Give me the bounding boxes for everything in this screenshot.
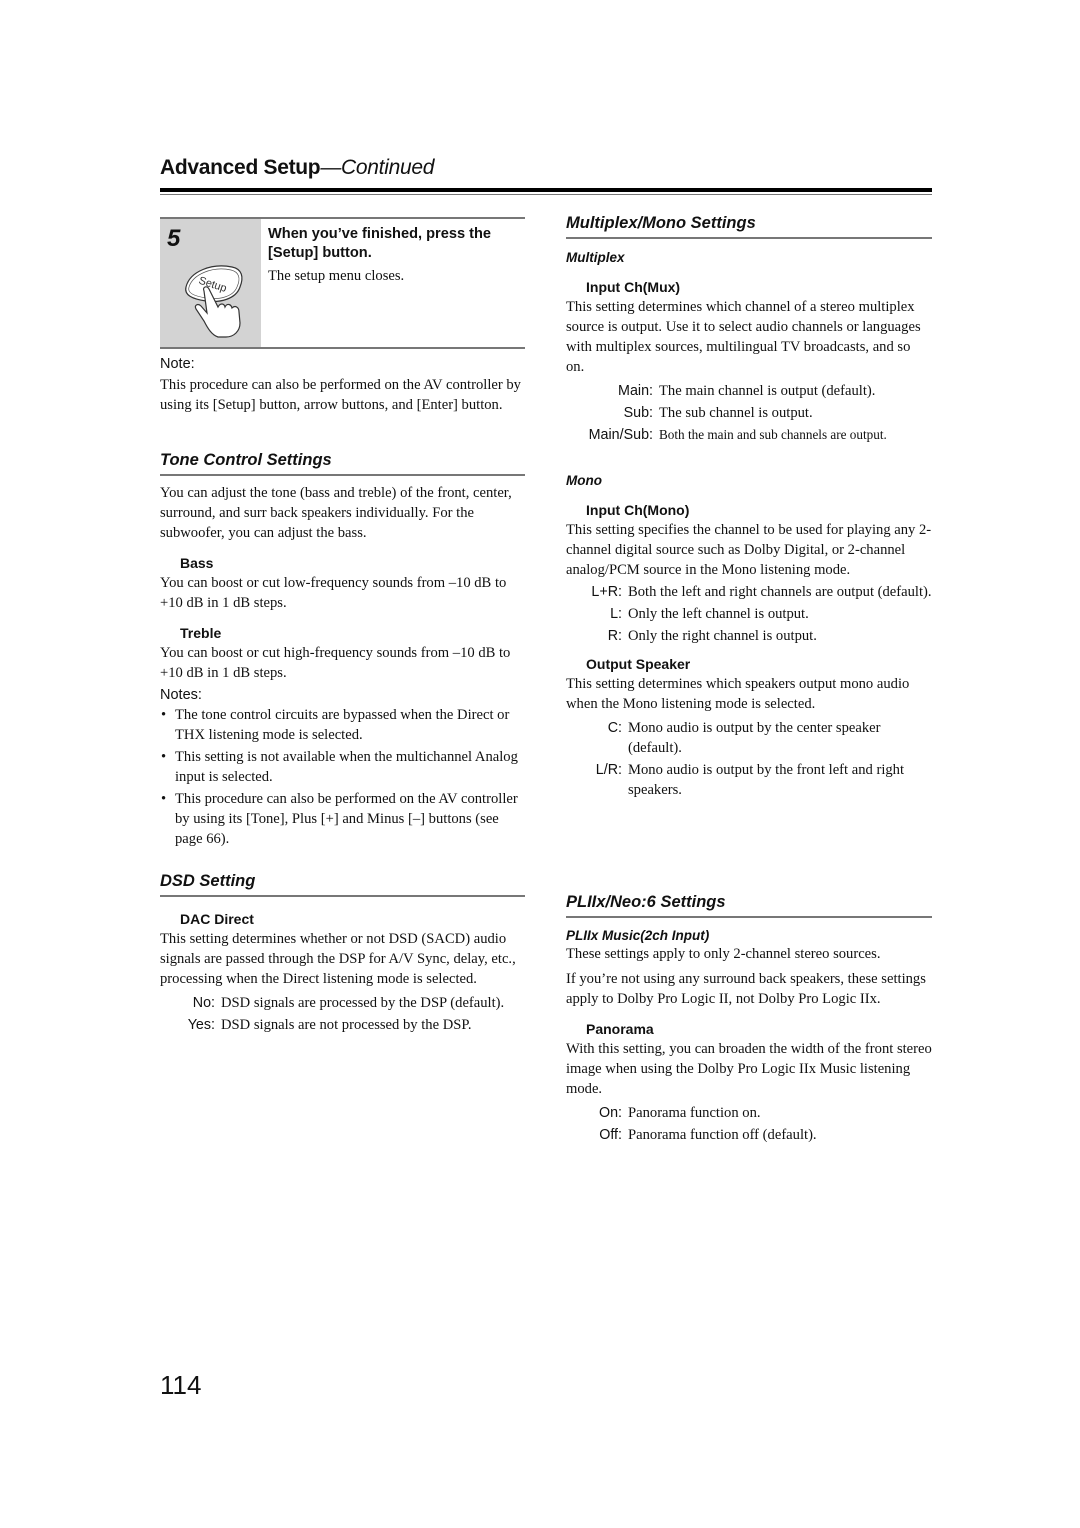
tone-note-item: • This setting is not available when the … bbox=[160, 747, 525, 787]
tone-notes-list: • The tone control circuits are bypassed … bbox=[160, 705, 525, 849]
panorama-options: On: Panorama function on. Off: Panorama fu… bbox=[566, 1103, 932, 1145]
option-value: Mono audio is output by the center speak… bbox=[628, 720, 881, 756]
page-number: 114 bbox=[160, 1370, 202, 1400]
tone-note-item: • The tone control circuits are bypassed … bbox=[160, 705, 525, 745]
option-value: Mono audio is output by the front left a… bbox=[628, 762, 905, 798]
dsd-heading: DSD Setting bbox=[160, 872, 525, 897]
option-row: L: Only the left channel is output. bbox=[566, 604, 932, 624]
bullet-icon: • bbox=[161, 791, 167, 807]
option-row: C: Mono audio is output by the center spe… bbox=[566, 718, 932, 758]
dsd-section: DSD Setting DAC Direct This setting dete… bbox=[160, 872, 525, 1037]
input-ch-mono-label: Input Ch(Mono) bbox=[586, 502, 690, 518]
bullet-icon: • bbox=[161, 749, 167, 765]
option-key: Off: bbox=[599, 1127, 622, 1143]
bullet-icon: • bbox=[161, 707, 167, 723]
tone-note-text: This setting is not available when the m… bbox=[175, 749, 518, 785]
option-value: Both the main and sub channels are outpu… bbox=[659, 427, 887, 442]
multiplex-subheading: Multiplex bbox=[566, 250, 625, 265]
option-value: DSD signals are not processed by the DSP… bbox=[221, 1017, 472, 1033]
option-row: Main/Sub: Both the main and sub channels … bbox=[566, 425, 932, 445]
option-row: L/R: Mono audio is output by the front le… bbox=[566, 760, 932, 800]
option-value: DSD signals are processed by the DSP (de… bbox=[221, 995, 505, 1011]
option-row: L+R: Both the left and right channels are… bbox=[566, 582, 932, 602]
multiplex-mono-section: Multiplex/Mono Settings Multiplex Input … bbox=[566, 214, 932, 802]
bass-text: You can boost or cut low-frequency sound… bbox=[160, 575, 507, 611]
step-box: 5 Setup When you’ve finished, press the … bbox=[160, 217, 525, 349]
output-speaker-label: Output Speaker bbox=[586, 656, 691, 672]
option-row: Yes: DSD signals are not processed by the… bbox=[160, 1015, 525, 1035]
note-label: Note: bbox=[160, 356, 195, 372]
option-value: The main channel is output (default). bbox=[659, 383, 876, 399]
output-speaker-text: This setting determines which speakers o… bbox=[566, 676, 910, 712]
tone-control-heading: Tone Control Settings bbox=[160, 451, 525, 476]
panorama-text: With this setting, you can broaden the w… bbox=[566, 1041, 932, 1097]
multiplex-mono-heading: Multiplex/Mono Settings bbox=[566, 214, 932, 239]
tone-note-text: This procedure can also be performed on … bbox=[175, 791, 518, 847]
input-ch-mono-options: L+R: Both the left and right channels are… bbox=[566, 582, 932, 646]
header-rule-thick bbox=[160, 188, 932, 192]
option-value: Only the right channel is output. bbox=[628, 628, 817, 644]
tone-note-item: • This procedure can also be performed on… bbox=[160, 789, 525, 849]
treble-text: You can boost or cut high-frequency soun… bbox=[160, 645, 511, 681]
note-section: Note: This procedure can also be perform… bbox=[160, 356, 525, 415]
option-row: On: Panorama function on. bbox=[566, 1103, 932, 1123]
step-result-text: The setup menu closes. bbox=[268, 268, 405, 284]
dac-direct-text: This setting determines whether or not D… bbox=[160, 931, 516, 987]
option-key: Main/Sub: bbox=[588, 427, 653, 443]
option-row: R: Only the right channel is output. bbox=[566, 626, 932, 646]
option-value: Panorama function off (default). bbox=[628, 1127, 817, 1143]
input-ch-mono-text: This setting specifies the channel to be… bbox=[566, 522, 932, 578]
page-title: Advanced Setup—Continued bbox=[160, 156, 932, 180]
option-key: No: bbox=[192, 995, 215, 1011]
option-value: Panorama function on. bbox=[628, 1105, 761, 1121]
option-key: R: bbox=[607, 628, 622, 644]
step-instruction: When you’ve finished, press the [Setup] … bbox=[268, 225, 523, 286]
pliix-heading: PLIIx/Neo:6 Settings bbox=[566, 893, 932, 918]
step-instruction-text: When you’ve finished, press the [Setup] … bbox=[268, 226, 492, 261]
option-row: Main: The main channel is output (default… bbox=[566, 381, 932, 401]
option-key: C: bbox=[607, 720, 622, 736]
setup-button-press-icon: Setup bbox=[185, 265, 243, 338]
pliix-para-1: These settings apply to only 2-channel s… bbox=[566, 946, 881, 962]
tone-note-text: The tone control circuits are bypassed w… bbox=[175, 707, 510, 743]
option-key: On: bbox=[598, 1105, 622, 1121]
option-value: The sub channel is output. bbox=[659, 405, 813, 421]
option-row: Sub: The sub channel is output. bbox=[566, 403, 932, 423]
input-ch-mux-options: Main: The main channel is output (default… bbox=[566, 381, 932, 445]
bass-label: Bass bbox=[180, 555, 214, 571]
option-value: Only the left channel is output. bbox=[628, 606, 809, 622]
mono-subheading: Mono bbox=[566, 473, 602, 488]
dac-direct-label: DAC Direct bbox=[180, 911, 254, 927]
step-number: 5 bbox=[167, 225, 181, 252]
input-ch-mux-label: Input Ch(Mux) bbox=[586, 279, 681, 295]
option-row: No: DSD signals are processed by the DSP … bbox=[160, 993, 525, 1013]
page-title-main: Advanced Setup bbox=[160, 156, 321, 179]
step-side-panel: 5 Setup bbox=[160, 219, 261, 347]
page-title-continued: —Continued bbox=[320, 156, 435, 179]
panorama-label: Panorama bbox=[586, 1021, 654, 1037]
tone-notes-label: Notes: bbox=[160, 687, 202, 703]
option-row: Off: Panorama function off (default). bbox=[566, 1125, 932, 1145]
option-key: Main: bbox=[618, 383, 653, 399]
output-speaker-options: C: Mono audio is output by the center spe… bbox=[566, 718, 932, 800]
page-header: Advanced Setup—Continued bbox=[160, 156, 932, 195]
note-text: This procedure can also be performed on … bbox=[160, 377, 521, 413]
input-ch-mux-text: This setting determines which channel of… bbox=[566, 299, 921, 375]
option-key: L: bbox=[610, 606, 622, 622]
pliix-para-2: If you’re not using any surround back sp… bbox=[566, 971, 926, 1007]
dac-direct-options: No: DSD signals are processed by the DSP … bbox=[160, 993, 525, 1035]
option-value: Both the left and right channels are out… bbox=[628, 584, 932, 600]
option-key: Sub: bbox=[623, 405, 653, 421]
header-rule-thin bbox=[160, 194, 932, 195]
option-key: L+R: bbox=[591, 584, 622, 600]
pliix-music-subheading: PLIIx Music(2ch Input) bbox=[566, 928, 710, 943]
tone-control-intro: You can adjust the tone (bass and treble… bbox=[160, 485, 512, 541]
pliix-section: PLIIx/Neo:6 Settings PLIIx Music(2ch Inp… bbox=[566, 893, 932, 1147]
treble-label: Treble bbox=[180, 625, 222, 641]
option-key: Yes: bbox=[187, 1017, 215, 1033]
tone-control-section: Tone Control Settings You can adjust the… bbox=[160, 451, 525, 851]
option-key: L/R: bbox=[595, 762, 622, 778]
